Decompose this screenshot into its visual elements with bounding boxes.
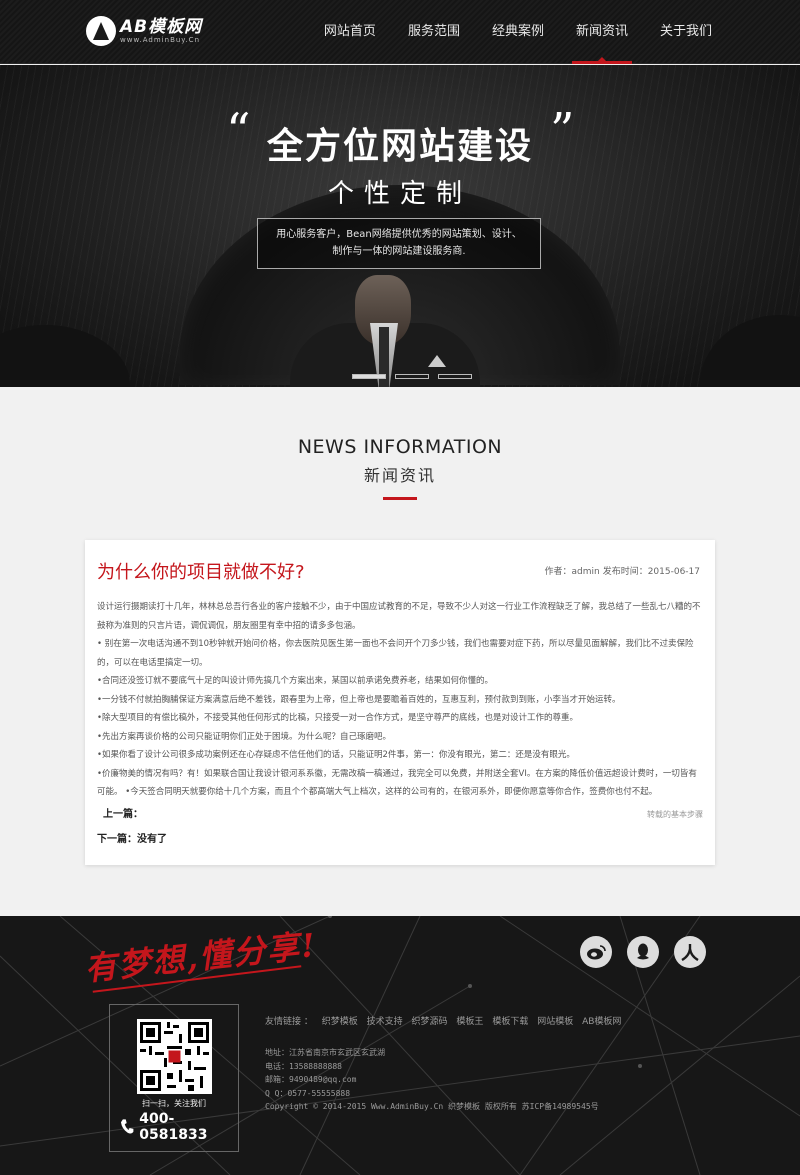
social-links xyxy=(580,936,721,968)
article-paragraph: • 别在第一次电话沟通不到10秒钟就开始问价格，你去医院见医生第一面也不会问开个… xyxy=(97,639,694,668)
article-paragraph: •一分钱不付就拍胸脯保证方案满意后绝不差钱，跟春里为上帝，但上帝也是要瞻着百姓的… xyxy=(97,694,621,705)
weibo-icon[interactable] xyxy=(580,936,612,968)
qr-caption: 扫一扫，关注我们 xyxy=(142,1099,206,1108)
banner-description: 用心服务客户，Bean网络提供优秀的网站策划、设计、 制作与一体的网站建设服务商… xyxy=(257,218,541,269)
article-tag-link[interactable]: 转载的基本步骤 xyxy=(647,806,703,824)
slider-dot-1[interactable] xyxy=(352,374,386,379)
article-tail: 上一篇： 转载的基本步骤 xyxy=(97,806,703,824)
friend-link[interactable]: 网站模板 xyxy=(537,1017,573,1027)
next-article-link[interactable]: 下一篇：没有了 xyxy=(97,830,167,845)
hotline: 400-0581833 xyxy=(120,1111,238,1143)
copyright: Copyright © 2014-2015 Www.AdminBuy.Cn 织梦… xyxy=(265,1102,599,1111)
article-title: 为什么你的项目就做不好? xyxy=(97,562,305,583)
prev-article-link[interactable]: 上一篇： xyxy=(103,809,143,820)
banner-subtitle: 个性定制 xyxy=(327,179,472,209)
slider-dots xyxy=(352,374,481,379)
qr-panel: 扫一扫，关注我们 400-0581833 xyxy=(109,1004,239,1152)
article-meta: 作者：admin 发布时间：2015-06-17 xyxy=(544,564,703,577)
section-divider xyxy=(383,497,417,500)
article-paragraph: 设计运行摄期读打十几年，林林总总吾行各业的客户接触不少，由于中国应试教育的不足，… xyxy=(97,602,701,631)
friend-link[interactable]: AB模板网 xyxy=(582,1017,621,1027)
friend-link[interactable]: 织梦源码 xyxy=(412,1017,448,1027)
contact-info: 地址：江苏省南京市玄武区玄武湖 电话：13588888888 邮箱：949048… xyxy=(265,1046,599,1114)
article-paragraph: •价廉物美的情况有吗？有！如果联合国让我设计银河系系徽，无需改稿一稿通过，我完全… xyxy=(97,768,697,798)
contact-address: 地址：江苏省南京市玄武区玄武湖 xyxy=(265,1048,385,1057)
banner-description-line2: 制作与一体的网站建设服务商. xyxy=(332,246,466,257)
hero-banner: “ ” 全方位网站建设 个性定制 用心服务客户，Bean网络提供优秀的网站策划、… xyxy=(0,65,800,387)
nav-item-cases[interactable]: 经典案例 xyxy=(492,0,544,64)
logo-url: www.AdminBuy.Cn xyxy=(120,35,200,44)
article-paragraph: •除大型项目的有偿比稿外，不接受其他任何形式的比稿，只接受一对一合作方式，是坚守… xyxy=(97,713,579,723)
logo-name: AB模板网 xyxy=(120,16,203,37)
main-nav: 网站首页 服务范围 经典案例 新闻资讯 关于我们 xyxy=(292,0,712,64)
friend-links-label: 友情链接 ： xyxy=(265,1017,313,1027)
article-date: 发布时间：2015-06-17 xyxy=(602,567,700,577)
banner-title: 全方位网站建设 xyxy=(266,126,533,167)
qq-icon[interactable] xyxy=(627,936,659,968)
site-header: AB模板网 www.AdminBuy.Cn 网站首页 服务范围 经典案例 新闻资… xyxy=(0,0,800,64)
nav-item-about[interactable]: 关于我们 xyxy=(660,0,712,64)
friend-link[interactable]: 模板王 xyxy=(456,1017,483,1027)
contact-tel: 电话：13588888888 xyxy=(265,1061,342,1071)
banner-description-line1: 用心服务客户，Bean网络提供优秀的网站策划、设计、 xyxy=(276,229,522,240)
hotline-number: 400-0581833 xyxy=(139,1111,208,1143)
logo-mark-icon xyxy=(86,16,116,46)
friend-link[interactable]: 模板下载 xyxy=(492,1017,528,1027)
article-paragraph: •合同还没签订就不要底气十足的叫设计师先搞几个方案出来，某国以前承诺免费养老，结… xyxy=(97,676,494,686)
section-title-en: NEWS INFORMATION xyxy=(297,436,503,458)
article-author: 作者：admin xyxy=(544,567,600,577)
slider-dot-2[interactable] xyxy=(395,374,429,379)
article-card: 为什么你的项目就做不好? 作者：admin 发布时间：2015-06-17 设计运… xyxy=(85,540,715,865)
slider-dot-3[interactable] xyxy=(438,374,472,379)
friend-link[interactable]: 技术支持 xyxy=(367,1017,403,1027)
article-paragraph: •如果你看了设计公司很多成功案例还在心存疑虑不信任他们的话，只能证明2件事，第一… xyxy=(97,750,575,760)
nav-item-services[interactable]: 服务范围 xyxy=(408,0,460,64)
nav-item-news[interactable]: 新闻资讯 xyxy=(571,0,633,64)
article-body: 设计运行摄期读打十几年，林林总总吾行各业的客户接触不少，由于中国应试教育的不足，… xyxy=(97,598,703,802)
section-title-cn: 新闻资讯 xyxy=(363,466,436,485)
businessman-image xyxy=(290,275,480,387)
phone-icon xyxy=(120,1119,134,1134)
article-paragraph: •先出方案再谈价格的公司只能证明你们正处于困境。为什么呢？自己琢磨吧。 xyxy=(97,731,392,742)
friend-link[interactable]: 织梦模板 xyxy=(322,1017,358,1027)
contact-qq: Q Q：0577-55555888 xyxy=(265,1088,351,1098)
qr-code-image xyxy=(137,1019,212,1094)
site-logo[interactable]: AB模板网 www.AdminBuy.Cn xyxy=(86,16,202,46)
contact-email: 邮箱：9490489@qq.com xyxy=(265,1075,357,1084)
renren-icon[interactable] xyxy=(674,936,706,968)
friend-links: 友情链接 ： 织梦模板 技术支持 织梦源码 模板王 模板下载 网站模板 AB模板… xyxy=(265,1014,627,1027)
site-footer: 有梦想,懂分享! 扫一扫，关注我们 400-0581833 友情链接 ： 织梦模… xyxy=(0,916,800,1175)
nav-item-home[interactable]: 网站首页 xyxy=(324,0,376,64)
